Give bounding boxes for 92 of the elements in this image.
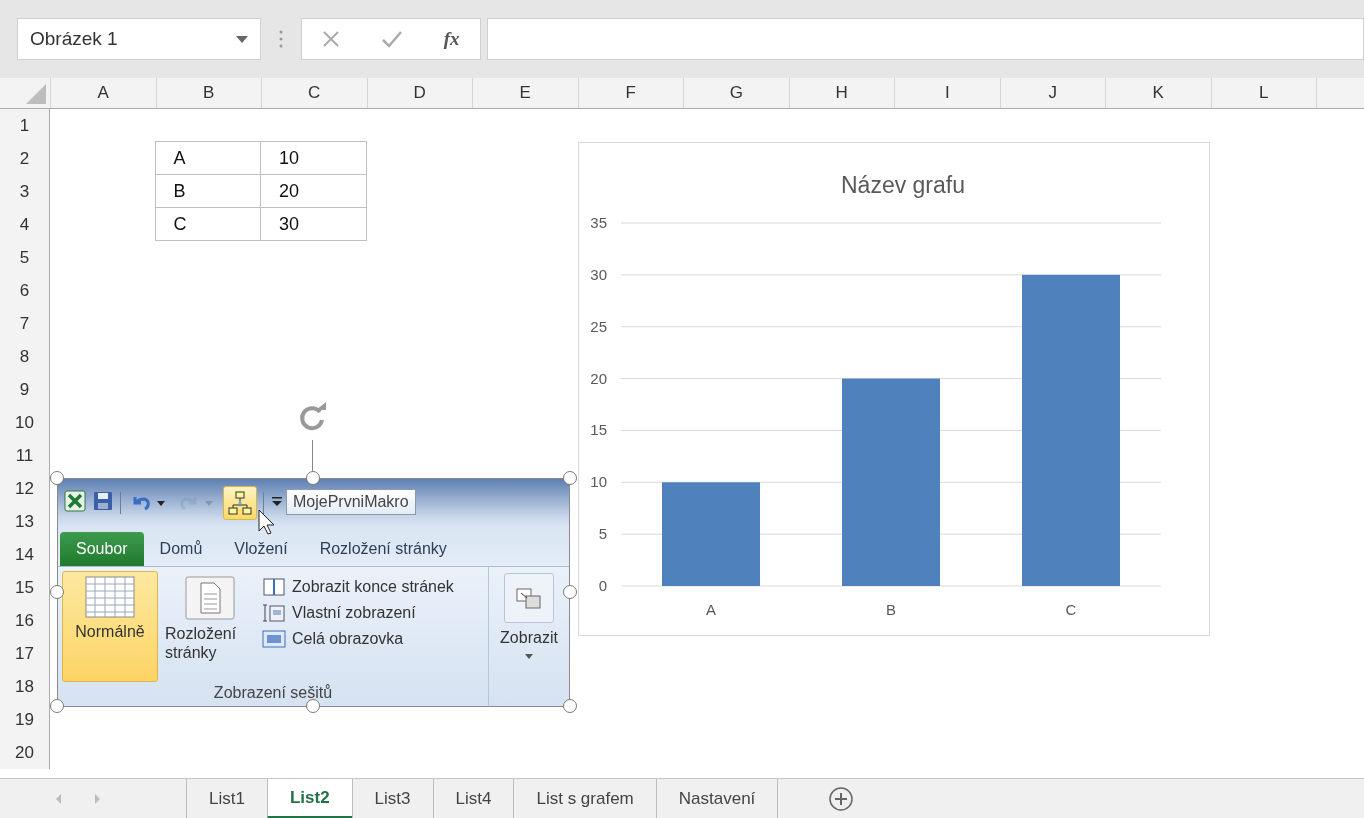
row-header[interactable]: 19 — [0, 703, 50, 736]
view-option-button[interactable]: Vlastní zobrazení — [262, 603, 454, 623]
column-header[interactable]: A — [50, 78, 156, 108]
column-header[interactable]: F — [577, 78, 683, 108]
add-sheet-icon[interactable] — [828, 786, 855, 812]
page-breaks-icon — [262, 577, 286, 597]
column-header[interactable]: D — [366, 78, 472, 108]
resize-handle[interactable] — [563, 699, 577, 713]
row-header[interactable]: 5 — [0, 241, 50, 274]
sheet-tab[interactable]: List4 — [432, 779, 514, 818]
row-header[interactable]: 7 — [0, 307, 50, 340]
row-header[interactable]: 14 — [0, 538, 50, 571]
column-header[interactable]: H — [788, 78, 894, 108]
row-header[interactable]: 9 — [0, 373, 50, 406]
axis-label: 10 — [590, 473, 607, 491]
sheet-tab[interactable]: List2 — [266, 779, 352, 818]
column-header[interactable]: G — [683, 78, 789, 108]
name-box[interactable]: Obrázek 1 — [17, 18, 261, 60]
sheet-tab[interactable]: List1 — [186, 779, 267, 818]
row-header[interactable]: 16 — [0, 604, 50, 637]
column-header[interactable]: L — [1210, 78, 1316, 108]
row-header[interactable]: 4 — [0, 208, 50, 241]
resize-handle[interactable] — [50, 699, 64, 713]
column-header[interactable]: I — [894, 78, 1000, 108]
row-header[interactable]: 18 — [0, 670, 50, 703]
axis-label: 0 — [598, 577, 607, 594]
category-label: A — [706, 601, 716, 618]
caret-icon — [236, 35, 248, 43]
group-label: Zobrazení sešitů — [212, 683, 334, 703]
show-button[interactable]: Zobrazit — [489, 567, 569, 706]
page-icon — [185, 576, 235, 620]
ribbon-screenshot[interactable]: MojePrvniMakro Soubor Domů Vložení Rozložení stránky Normálně Rozložení stránky Zobrazit konce stránek Vlastní zobrazení Celá obrazovka Zobrazení sešitů Zobrazit — [57, 478, 570, 707]
row-header[interactable]: 8 — [0, 340, 50, 373]
row-header[interactable]: 11 — [0, 439, 50, 472]
column-header[interactable]: E — [472, 78, 578, 108]
column-header[interactable]: C — [261, 78, 367, 108]
row-header[interactable]: 12 — [0, 472, 50, 505]
row-header[interactable]: 20 — [0, 736, 50, 769]
custom-view-icon — [262, 603, 286, 623]
resize-handle[interactable] — [563, 585, 577, 599]
row-header[interactable]: 6 — [0, 274, 50, 307]
grid-icon — [85, 576, 135, 618]
drag-handle-icon — [279, 30, 283, 48]
axis-label: 5 — [598, 525, 607, 543]
tooltip: MojePrvniMakro — [286, 489, 416, 515]
row-header[interactable]: 1 — [0, 109, 50, 142]
row-header[interactable]: 3 — [0, 175, 50, 208]
column-header[interactable]: K — [1105, 78, 1211, 108]
axis-label: 15 — [590, 421, 607, 439]
axis-label: 30 — [590, 265, 607, 283]
chart-title: Název grafu — [841, 172, 965, 198]
ribbon-tab[interactable]: Rozložení stránky — [303, 532, 463, 566]
category-label: B — [886, 601, 896, 618]
resize-handle[interactable] — [50, 585, 64, 599]
resize-handle[interactable] — [306, 471, 320, 485]
view-button[interactable]: Rozložení stránky — [162, 571, 258, 682]
column-header[interactable]: B — [155, 78, 261, 108]
table-cell: 30 — [260, 207, 367, 241]
row-header[interactable]: 17 — [0, 637, 50, 670]
view-button[interactable]: Normálně — [62, 571, 158, 682]
macro-button[interactable] — [223, 485, 257, 520]
column-header[interactable]: J — [999, 78, 1105, 108]
insert-function-button[interactable]: fx — [443, 28, 460, 50]
axis-label: 35 — [590, 214, 607, 231]
view-option-button[interactable]: Celá obrazovka — [262, 629, 454, 649]
cancel-icon[interactable] — [322, 30, 341, 48]
category-label: C — [1065, 601, 1077, 618]
cursor-icon — [258, 509, 276, 535]
table-cell: C — [154, 207, 261, 241]
ribbon-tab[interactable]: Domů — [143, 532, 219, 566]
resize-handle[interactable] — [50, 471, 64, 485]
axis-label: 25 — [590, 317, 607, 335]
resize-handle[interactable] — [563, 471, 577, 485]
check-icon[interactable] — [381, 30, 404, 48]
full-screen-icon — [262, 629, 286, 649]
sheet-tab[interactable]: List s grafem — [513, 779, 656, 818]
show-icon — [516, 586, 542, 610]
file-tab[interactable]: Soubor — [60, 532, 144, 566]
row-header[interactable]: 13 — [0, 505, 50, 538]
table-cell: 10 — [260, 141, 367, 175]
caret-icon — [524, 653, 534, 659]
row-header[interactable]: 15 — [0, 571, 50, 604]
row-header[interactable]: 2 — [0, 142, 50, 175]
formula-field[interactable] — [487, 18, 1364, 60]
row-header[interactable]: 10 — [0, 406, 50, 439]
sheet-tab[interactable]: Nastavení — [655, 779, 778, 818]
resize-handle[interactable] — [306, 699, 320, 713]
view-option-button[interactable]: Zobrazit konce stránek — [262, 577, 454, 597]
sheet-tab[interactable]: List3 — [351, 779, 433, 818]
table-cell: A — [154, 141, 261, 175]
ribbon-tab[interactable]: Vložení — [218, 532, 304, 566]
axis-label: 20 — [590, 369, 607, 387]
